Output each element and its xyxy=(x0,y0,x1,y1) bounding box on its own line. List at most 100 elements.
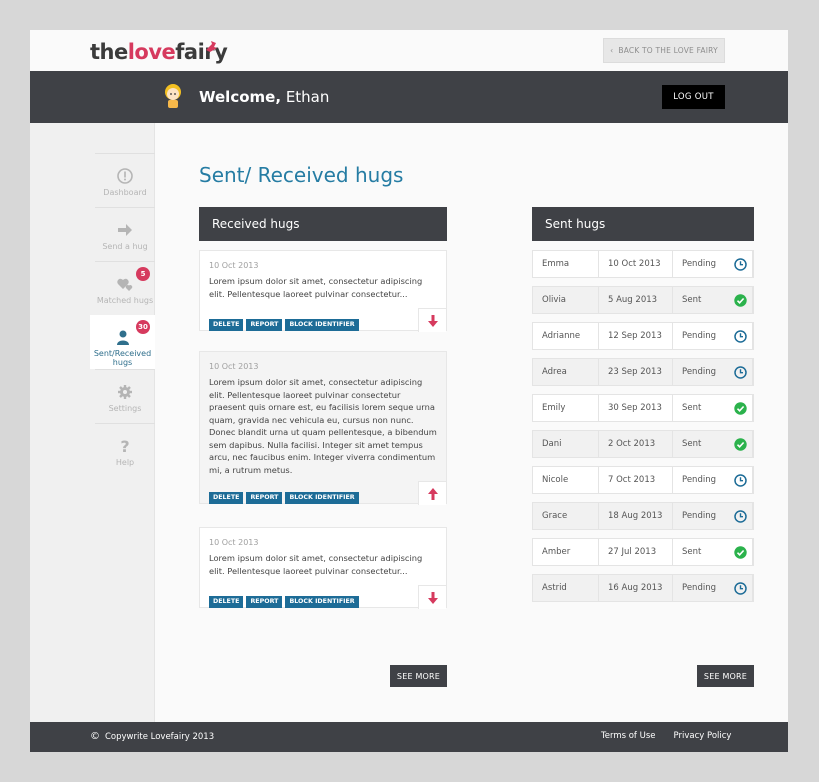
sidebar-item-label: Send a hug xyxy=(102,242,148,251)
received-see-more-button[interactable]: SEE MORE xyxy=(390,665,447,687)
received-hug-card[interactable]: 10 Oct 2013 Lorem ipsum dolor sit amet, … xyxy=(199,527,447,609)
sent-hug-row[interactable]: Emma 10 Oct 2013 Pending xyxy=(532,250,754,278)
sidebar-item-settings[interactable]: Settings xyxy=(95,369,155,423)
footer: © Copywrite Lovefairy 2013 Terms of Use … xyxy=(30,722,788,752)
app-frame: thelovefairy ‹ BACK TO THE LOVE FAIRY We… xyxy=(30,30,788,752)
delete-button[interactable]: DELETE xyxy=(209,319,244,331)
clock-icon xyxy=(729,359,753,385)
sent-hug-row[interactable]: Adrea 23 Sep 2013 Pending xyxy=(532,358,754,386)
wing-icon xyxy=(206,41,217,52)
sent-hugs-header: Sent hugs xyxy=(532,207,754,241)
terms-link[interactable]: Terms of Use xyxy=(601,731,656,741)
sent-hug-row[interactable]: Astrid 16 Aug 2013 Pending xyxy=(532,574,754,602)
report-button[interactable]: REPORT xyxy=(246,596,283,608)
svg-text:?: ? xyxy=(120,438,129,454)
logo-text-love: love xyxy=(127,40,176,64)
sidebar-item-label: Settings xyxy=(108,404,142,413)
down-arrow-icon xyxy=(427,591,438,604)
copyright: © Copywrite Lovefairy 2013 xyxy=(90,731,214,742)
sent-hug-row[interactable]: Emily 30 Sep 2013 Sent xyxy=(532,394,754,422)
block-identifier-button[interactable]: BLOCK IDENTIFIER xyxy=(285,492,359,504)
sent-hug-row[interactable]: Nicole 7 Oct 2013 Pending xyxy=(532,466,754,494)
hug-message: Lorem ipsum dolor sit amet, consectetur … xyxy=(209,276,423,299)
clock-icon xyxy=(729,503,753,529)
delete-button[interactable]: DELETE xyxy=(209,492,244,504)
top-bar: thelovefairy ‹ BACK TO THE LOVE FAIRY xyxy=(30,30,788,71)
logo[interactable]: thelovefairy xyxy=(90,40,228,64)
recipient-name: Nicole xyxy=(533,467,599,493)
sidebar-item-help[interactable]: ? Help xyxy=(95,423,155,477)
clock-icon xyxy=(729,251,753,277)
avatar xyxy=(165,84,181,108)
sidebar-item-label: Dashboard xyxy=(103,188,147,197)
block-identifier-button[interactable]: BLOCK IDENTIFIER xyxy=(285,319,359,331)
check-icon xyxy=(729,395,753,421)
arrow-right-icon xyxy=(118,224,132,236)
clock-icon xyxy=(729,467,753,493)
hug-status: Sent xyxy=(682,439,702,449)
sent-date: 7 Oct 2013 xyxy=(599,467,673,493)
check-icon xyxy=(729,287,753,313)
down-arrow-icon xyxy=(427,314,438,327)
hug-status: Pending xyxy=(682,331,716,341)
sent-see-more-button[interactable]: SEE MORE xyxy=(697,665,754,687)
sidebar-item-send-hug[interactable]: Send a hug xyxy=(95,207,155,261)
recipient-name: Astrid xyxy=(533,575,599,601)
sent-hug-row[interactable]: Adrianne 12 Sep 2013 Pending xyxy=(532,322,754,350)
report-button[interactable]: REPORT xyxy=(246,492,283,504)
logout-button[interactable]: LOG OUT xyxy=(662,85,725,109)
chevron-left-icon: ‹ xyxy=(610,46,614,55)
back-to-lovefairy-button[interactable]: ‹ BACK TO THE LOVE FAIRY xyxy=(603,38,725,63)
sent-hug-row[interactable]: Dani 2 Oct 2013 Sent xyxy=(532,430,754,458)
recipient-name: Adrea xyxy=(533,359,599,385)
welcome-bar: Welcome, Ethan LOG OUT xyxy=(30,71,788,123)
sent-hug-row[interactable]: Olivia 5 Aug 2013 Sent xyxy=(532,286,754,314)
main-content: Sent/ Received hugs Received hugs 10 Oct… xyxy=(155,123,788,722)
report-button[interactable]: REPORT xyxy=(246,319,283,331)
sent-date: 27 Jul 2013 xyxy=(599,539,673,565)
delete-button[interactable]: DELETE xyxy=(209,596,244,608)
sidebar-item-sent-received[interactable]: 30 Sent/Received hugs xyxy=(90,315,155,369)
logo-text-fairy: fairy xyxy=(175,40,228,64)
hug-date: 10 Oct 2013 xyxy=(209,261,259,270)
sent-date: 10 Oct 2013 xyxy=(599,251,673,277)
recipient-name: Emma xyxy=(533,251,599,277)
received-hug-card-expanded[interactable]: 10 Oct 2013 Lorem ipsum dolor sit amet, … xyxy=(199,351,447,505)
expand-button[interactable] xyxy=(418,585,446,609)
welcome-greeting: Welcome, xyxy=(199,88,282,106)
recipient-name: Dani xyxy=(533,431,599,457)
expand-button[interactable] xyxy=(418,308,446,332)
copyright-text: Copywrite Lovefairy 2013 xyxy=(105,731,215,742)
sent-hug-row[interactable]: Amber 27 Jul 2013 Sent xyxy=(532,538,754,566)
hug-message: Lorem ipsum dolor sit amet, consectetur … xyxy=(209,553,423,576)
dashboard-icon xyxy=(117,168,133,184)
hug-message: Lorem ipsum dolor sit amet, consectetur … xyxy=(209,377,437,475)
received-hugs-header: Received hugs xyxy=(199,207,447,241)
sidebar-item-matched-hugs[interactable]: 5 Matched hugs xyxy=(95,261,155,315)
check-icon xyxy=(729,539,753,565)
user-icon xyxy=(116,330,129,345)
user-name: Ethan xyxy=(285,88,330,106)
sent-date: 16 Aug 2013 xyxy=(599,575,673,601)
sent-date: 12 Sep 2013 xyxy=(599,323,673,349)
sidebar-item-label: Help xyxy=(115,458,135,467)
received-hug-card[interactable]: 10 Oct 2013 Lorem ipsum dolor sit amet, … xyxy=(199,250,447,332)
hug-actions: DELETE REPORT BLOCK IDENTIFIER xyxy=(209,596,359,608)
sidebar-item-dashboard[interactable]: Dashboard xyxy=(95,153,155,207)
recipient-name: Emily xyxy=(533,395,599,421)
sent-hug-row[interactable]: Grace 18 Aug 2013 Pending xyxy=(532,502,754,530)
sent-date: 23 Sep 2013 xyxy=(599,359,673,385)
logo-text-the: the xyxy=(90,40,128,64)
hug-actions: DELETE REPORT BLOCK IDENTIFIER xyxy=(209,492,359,504)
check-icon xyxy=(729,431,753,457)
hug-status: Pending xyxy=(682,583,716,593)
back-button-label: BACK TO THE LOVE FAIRY xyxy=(618,46,718,55)
sent-date: 5 Aug 2013 xyxy=(599,287,673,313)
hug-date: 10 Oct 2013 xyxy=(209,538,259,547)
block-identifier-button[interactable]: BLOCK IDENTIFIER xyxy=(285,596,359,608)
privacy-link[interactable]: Privacy Policy xyxy=(674,731,732,741)
recipient-name: Amber xyxy=(533,539,599,565)
sidebar: Dashboard Send a hug 5 Matched hugs 30 S… xyxy=(30,123,155,722)
collapse-button[interactable] xyxy=(418,481,446,505)
recipient-name: Olivia xyxy=(533,287,599,313)
